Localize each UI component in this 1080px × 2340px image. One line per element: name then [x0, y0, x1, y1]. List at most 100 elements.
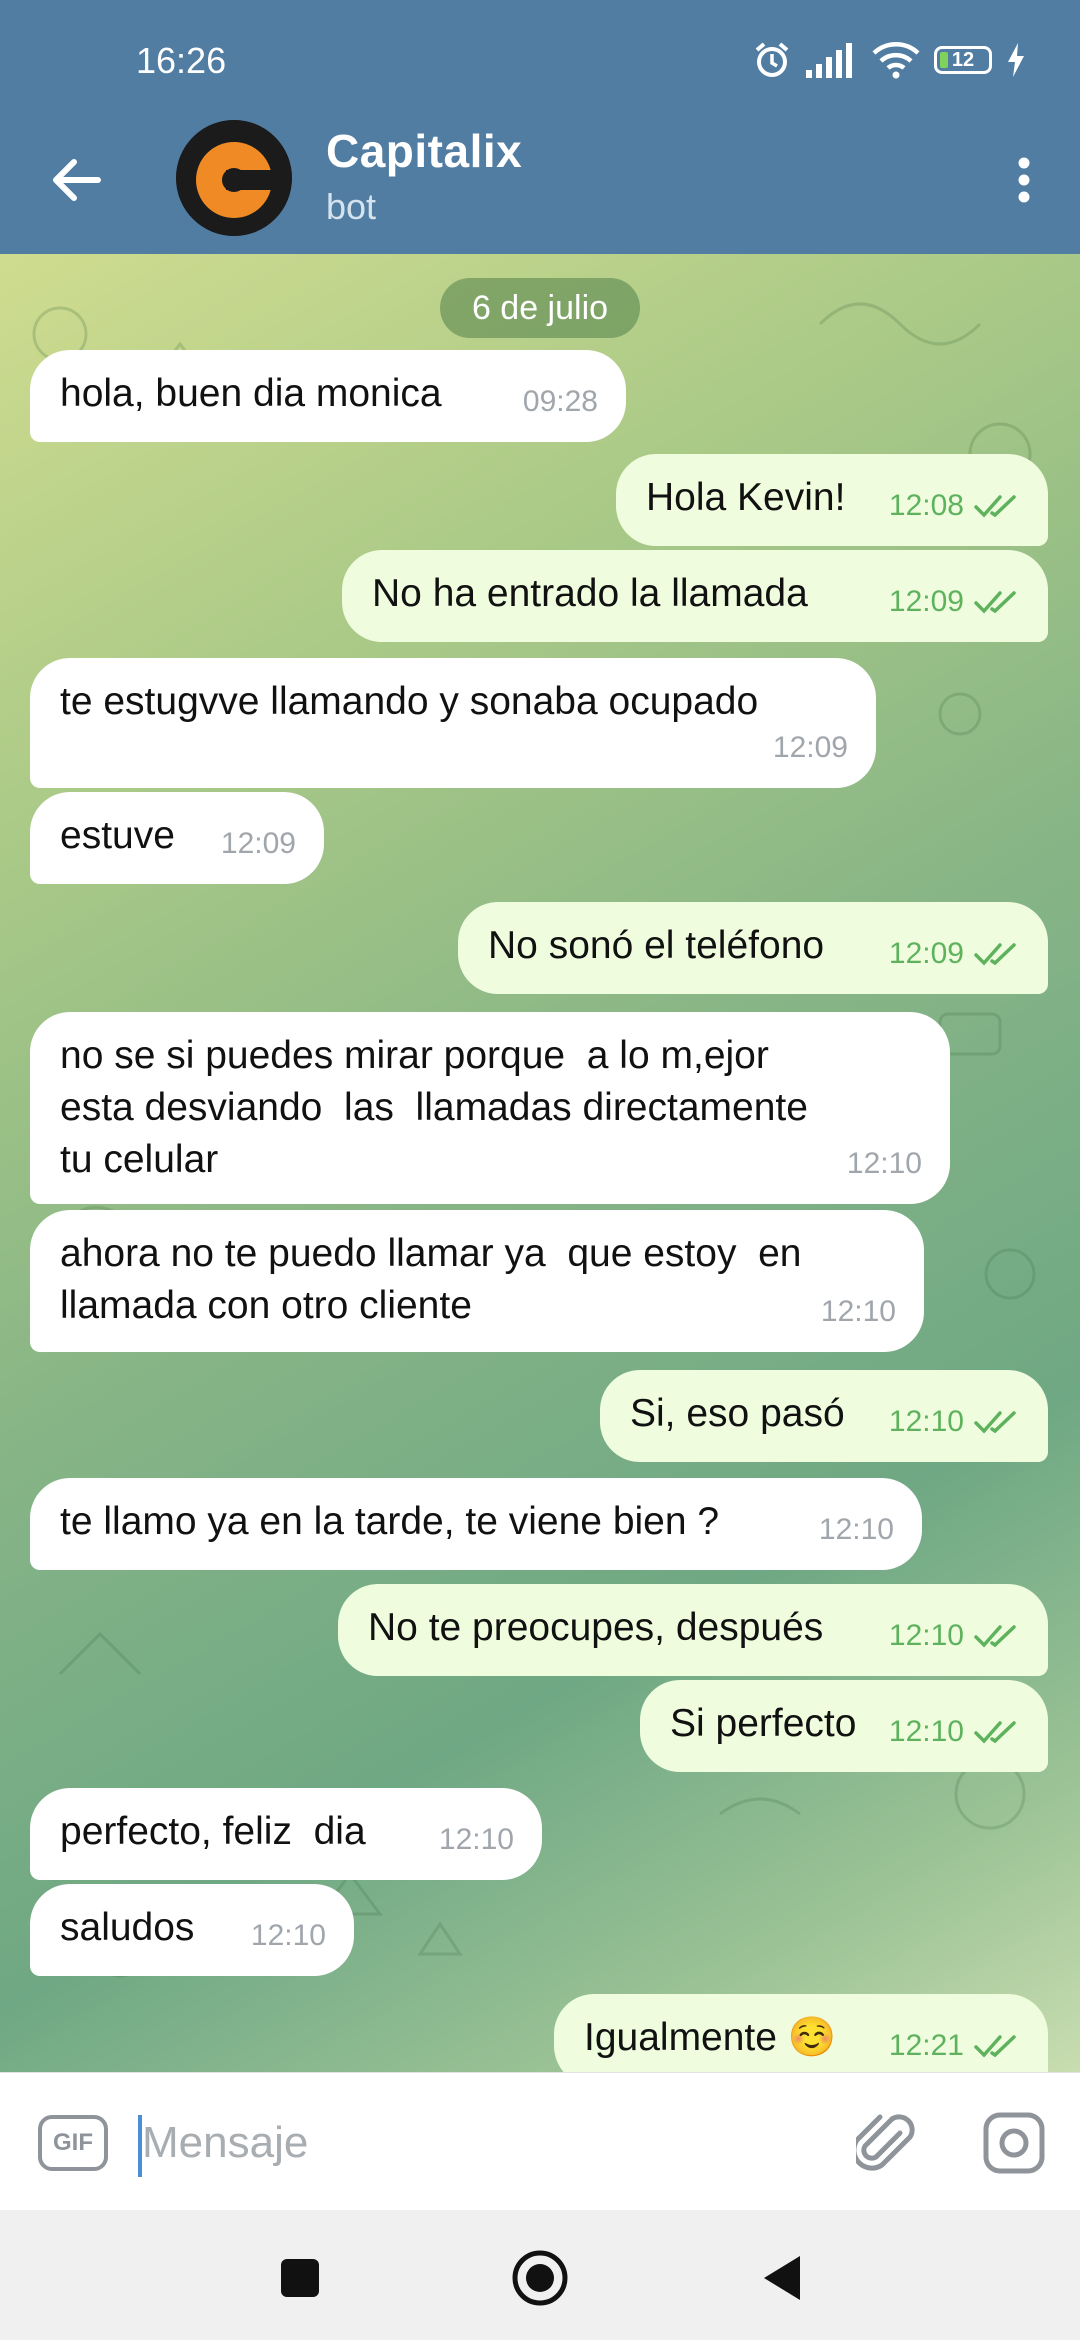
double-check-icon: [974, 2035, 1016, 2058]
message-meta: 12:10: [889, 1610, 1020, 1662]
outgoing-message[interactable]: Si perfecto 12:10: [640, 1680, 1048, 1772]
gif-button[interactable]: GIF: [38, 2115, 108, 2171]
date-separator: 6 de julio: [440, 278, 640, 338]
message-text: estuve: [60, 814, 175, 857]
message-meta: 12:08: [889, 480, 1020, 532]
message-text: no se si puedes mirar porque a lo m,ejor…: [60, 1034, 808, 1181]
attach-button[interactable]: [850, 2107, 922, 2179]
incoming-message[interactable]: te llamo ya en la tarde, te viene bien ?…: [30, 1478, 922, 1570]
outgoing-message[interactable]: Si, eso pasó 12:10: [600, 1370, 1048, 1462]
menu-button[interactable]: [988, 144, 1060, 216]
incoming-message[interactable]: hola, buen dia monica 09:28: [30, 350, 626, 442]
double-check-icon: [974, 495, 1016, 518]
text-cursor: [138, 2115, 142, 2177]
double-check-icon: [974, 591, 1016, 614]
back-nav-button[interactable]: [742, 2238, 822, 2318]
double-check-icon: [974, 1721, 1016, 1744]
square-icon: [281, 2259, 319, 2297]
message-meta: 12:10: [889, 1706, 1020, 1758]
message-time: 12:10: [820, 1295, 896, 1328]
outgoing-message[interactable]: No te preocupes, después 12:10: [338, 1584, 1048, 1676]
double-check-icon: [974, 1411, 1016, 1434]
recents-button[interactable]: [260, 2238, 340, 2318]
message-time: 12:09: [888, 585, 964, 618]
back-button[interactable]: [40, 144, 112, 216]
chat-title[interactable]: Capitalix: [326, 124, 522, 178]
outgoing-message[interactable]: Hola Kevin! 12:08: [616, 454, 1048, 546]
message-meta: 12:09: [773, 722, 848, 774]
message-time: 12:10: [438, 1823, 514, 1856]
message-text: No ha entrado la llamada: [372, 572, 808, 615]
message-time: 12:10: [818, 1513, 894, 1546]
wifi-icon: [872, 41, 920, 79]
message-input[interactable]: [138, 2107, 822, 2179]
message-meta: 12:10: [251, 1910, 326, 1962]
message-time: 12:10: [846, 1147, 922, 1180]
outgoing-message[interactable]: No sonó el teléfono 12:09: [458, 902, 1048, 994]
incoming-message[interactable]: estuve 12:09: [30, 792, 324, 884]
camera-icon: [983, 2112, 1045, 2174]
battery-icon: 12: [934, 46, 992, 74]
incoming-message[interactable]: saludos 12:10: [30, 1884, 354, 1976]
capitalix-logo-icon: [176, 120, 292, 236]
avatar[interactable]: [176, 120, 292, 236]
message-time: 12:09: [772, 731, 848, 764]
chat-area[interactable]: 6 de julio hola, buen dia monica 09:28 Hol…: [0, 254, 1080, 2072]
chat-header: Capitalix bot: [0, 110, 1080, 254]
alarm-icon: [752, 40, 792, 80]
top-bar: 16:26 12 Capitalix bot: [0, 0, 1080, 254]
camera-button[interactable]: [976, 2107, 1052, 2179]
incoming-message[interactable]: perfecto, feliz dia 12:10: [30, 1788, 542, 1880]
message-text: Si perfecto: [670, 1702, 857, 1745]
message-meta: 12:10: [889, 1396, 1020, 1448]
chat-subtitle: bot: [326, 186, 377, 227]
message-time: 12:08: [888, 489, 964, 522]
home-circle-icon: [512, 2250, 568, 2306]
incoming-message[interactable]: te estugvve llamando y sonaba ocupado 12:…: [30, 658, 876, 788]
message-meta: 12:09: [889, 576, 1020, 628]
triangle-back-icon: [764, 2256, 800, 2300]
status-time: 16:26: [136, 40, 227, 81]
message-text: No te preocupes, después: [368, 1606, 824, 1649]
home-button[interactable]: [500, 2238, 580, 2318]
message-meta: 12:10: [819, 1504, 894, 1556]
arrow-left-icon: [53, 159, 101, 201]
message-text: perfecto, feliz dia: [60, 1810, 366, 1853]
charging-icon: [1006, 43, 1026, 77]
signal-icon: [806, 42, 858, 78]
status-icons: 12: [752, 40, 1026, 80]
system-nav-bar: [0, 2210, 1080, 2340]
message-text: te llamo ya en la tarde, te viene bien ?: [60, 1500, 720, 1543]
double-check-icon: [974, 1625, 1016, 1648]
outgoing-message[interactable]: No ha entrado la llamada 12:09: [342, 550, 1048, 642]
message-text: hola, buen dia monica: [60, 372, 442, 415]
message-text: saludos: [60, 1906, 195, 1949]
message-meta: 12:10: [821, 1286, 896, 1338]
message-text: ahora no te puedo llamar ya que estoy en…: [60, 1232, 802, 1327]
message-meta: 12:09: [889, 928, 1020, 980]
message-time: 12:10: [888, 1405, 964, 1438]
message-text: Si, eso pasó: [630, 1392, 845, 1435]
incoming-message[interactable]: ahora no te puedo llamar ya que estoy en…: [30, 1210, 924, 1352]
message-meta: 12:09: [221, 818, 296, 870]
message-meta: 09:28: [523, 376, 598, 428]
message-time: 09:28: [522, 385, 598, 418]
double-check-icon: [974, 943, 1016, 966]
message-meta: 12:10: [847, 1138, 922, 1190]
message-time: 12:21: [888, 2029, 964, 2062]
more-vertical-icon: [1018, 157, 1030, 203]
paperclip-icon: [856, 2114, 915, 2171]
message-meta: 12:21: [889, 2020, 1020, 2072]
message-time: 12:10: [888, 1619, 964, 1652]
message-composer: GIF: [0, 2072, 1080, 2211]
message-time: 12:09: [220, 827, 296, 860]
message-text: te estugvve llamando y sonaba ocupado: [60, 680, 759, 723]
incoming-message[interactable]: no se si puedes mirar porque a lo m,ejor…: [30, 1012, 950, 1204]
message-text: No sonó el teléfono: [488, 924, 825, 967]
outgoing-message[interactable]: Igualmente ☺️ 12:21: [554, 1994, 1048, 2072]
message-time: 12:10: [250, 1919, 326, 1952]
message-time: 12:10: [888, 1715, 964, 1748]
status-bar: 16:26 12: [0, 0, 1080, 124]
message-meta: 12:10: [439, 1814, 514, 1866]
message-text: Hola Kevin!: [646, 476, 846, 519]
